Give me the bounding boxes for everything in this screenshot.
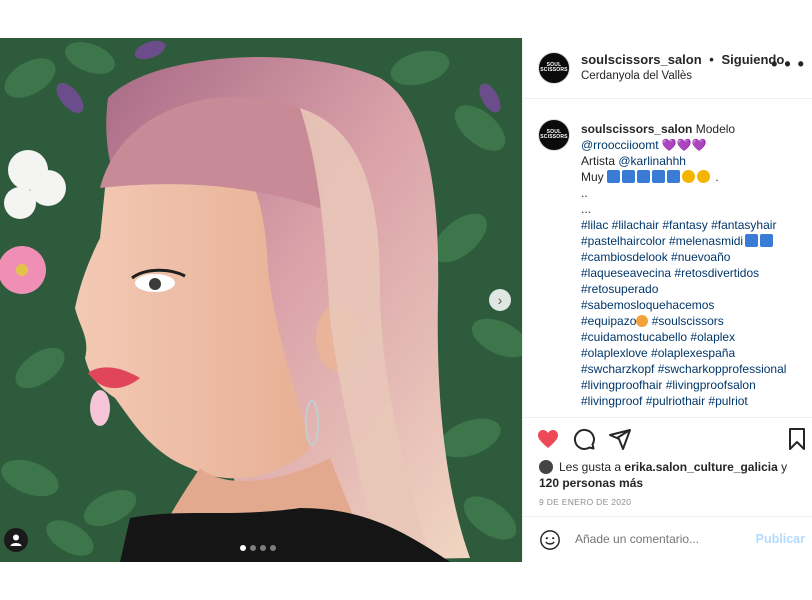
tagged-users-button[interactable]	[4, 528, 28, 552]
location-link[interactable]: Cerdanyola del Vallès	[581, 70, 692, 82]
carousel-dot	[270, 545, 276, 551]
hashtag-line[interactable]: #olaplexlove #olaplexespaña	[581, 345, 807, 361]
top-emoji-icon	[760, 234, 774, 247]
muy-line: Muy .	[581, 169, 807, 185]
caption-avatar[interactable]: SOUL SCISSORS	[538, 119, 570, 151]
hashtag-line[interactable]: #sabemosloquehacemos	[581, 297, 807, 313]
bookmark-icon[interactable]	[785, 427, 809, 451]
hashtag-line[interactable]: #pastelhaircolor #melenasmidi	[581, 234, 743, 248]
heart-icon[interactable]	[536, 427, 560, 451]
more-options-icon[interactable]: • • •	[771, 54, 805, 75]
dots-line: ..	[581, 186, 588, 200]
hashtag-line-wrap: #equipazo #soulscissors	[581, 313, 807, 329]
hashtag-line[interactable]: #lilac #lilachair #fantasy #fantasyhair	[581, 217, 807, 233]
top-emoji-icon	[607, 170, 621, 183]
hashtag-line[interactable]: #laqueseavecina #retosdivertidos	[581, 265, 807, 281]
caption-text: soulscissors_salon Modelo @rroocciioomt …	[581, 121, 807, 409]
muscle-emoji-icon	[636, 315, 649, 327]
user-icon	[10, 534, 22, 546]
share-icon[interactable]	[608, 427, 632, 451]
top-emoji-icon	[652, 170, 666, 183]
hashtag-line[interactable]: #soulscissors	[648, 314, 724, 328]
liker-username-link[interactable]: erika.salon_culture_galicia	[624, 460, 777, 474]
muy-end-text: .	[712, 170, 719, 184]
carousel-dot	[250, 545, 256, 551]
post-sidebar: SOUL SCISSORS soulscissors_salon • Sigui…	[522, 38, 812, 562]
likes-prefix: Les gusta a	[559, 460, 622, 474]
chevron-right-icon: ›	[497, 292, 503, 308]
header-user-line: soulscissors_salon • Siguiendo	[581, 52, 784, 67]
hashtag-line[interactable]: #equipazo	[581, 314, 636, 328]
hashtag-line[interactable]: #cambiosdelook #nuevoaño	[581, 249, 807, 265]
top-emoji-icon	[622, 170, 636, 183]
dots-line: ...	[581, 202, 592, 216]
carousel-dot	[240, 545, 246, 551]
purple-hearts: 💜💜💜	[661, 138, 707, 152]
likes-connector: y	[781, 460, 788, 474]
hashtag-line[interactable]: #swcharzkopf #swcharkopprofessional	[581, 361, 807, 377]
portrait-image	[0, 38, 522, 562]
comment-input[interactable]	[573, 531, 747, 547]
hashtag-line-wrap: #pastelhaircolor #melenasmidi	[581, 233, 807, 249]
hashtag-line[interactable]: #cuidamostucabello #olaplex	[581, 329, 807, 345]
publish-button[interactable]: Publicar	[756, 532, 805, 546]
muy-text: Muy	[581, 170, 604, 184]
hashtag-line[interactable]: #livingproof #pulriothair #pulriot	[581, 393, 807, 409]
avatar[interactable]: SOUL SCISSORS	[538, 52, 570, 84]
artist-label: Artista	[581, 154, 616, 168]
hashtag-line[interactable]: #retosuperado	[581, 281, 807, 297]
comment-bar: Publicar	[523, 516, 812, 563]
action-bar	[523, 417, 812, 458]
hashtag-line[interactable]: #livingproofhair #livingproofsalon	[581, 377, 807, 393]
other-likes-link[interactable]: 120 personas más	[539, 476, 643, 490]
username-link[interactable]: soulscissors_salon	[581, 52, 702, 67]
emoji-smile-icon[interactable]	[539, 529, 561, 551]
liker-avatar[interactable]	[539, 460, 553, 474]
top-emoji-icon	[745, 234, 759, 247]
star-eyes-emoji-icon	[697, 170, 711, 183]
post-header: SOUL SCISSORS soulscissors_salon • Sigui…	[523, 38, 812, 99]
instagram-post: › SOUL SCISSORS soulscissors_salon • Sig…	[0, 38, 812, 562]
avatar-logo-text: SOUL SCISSORS	[540, 129, 568, 140]
separator-dot: •	[709, 52, 714, 67]
carousel-next-button[interactable]: ›	[489, 289, 511, 311]
top-emoji-icon	[637, 170, 651, 183]
caption-area: SOUL SCISSORS soulscissors_salon Modelo …	[523, 99, 812, 417]
model-handle-link[interactable]: @rroocciioomt	[581, 138, 659, 152]
likes-summary: Les gusta a erika.salon_culture_galicia …	[539, 459, 809, 491]
carousel-dot	[260, 545, 266, 551]
caption-username-link[interactable]: soulscissors_salon	[581, 122, 692, 136]
post-photo[interactable]: ›	[0, 38, 522, 562]
comment-icon[interactable]	[572, 427, 596, 451]
artist-handle-link[interactable]: @karlinahhh	[618, 154, 686, 168]
caption-word: Modelo	[695, 122, 736, 136]
carousel-indicator	[240, 545, 276, 551]
avatar-logo-text: SOUL SCISSORS	[540, 62, 568, 73]
post-date[interactable]: 9 DE ENERO DE 2020	[539, 497, 631, 507]
top-emoji-icon	[667, 170, 681, 183]
star-eyes-emoji-icon	[682, 170, 696, 183]
